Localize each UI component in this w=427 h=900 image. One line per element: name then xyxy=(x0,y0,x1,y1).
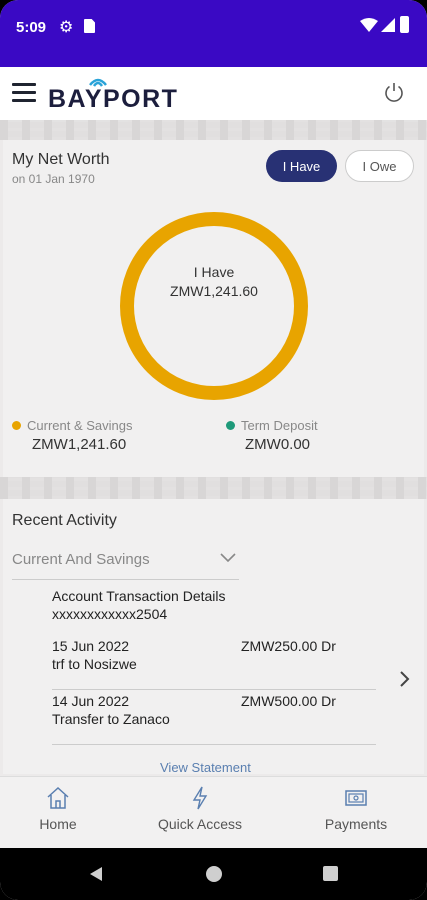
status-time: 5:09 xyxy=(16,19,47,36)
recent-apps-icon[interactable] xyxy=(323,866,338,881)
tab-i-owe[interactable]: I Owe xyxy=(345,150,414,182)
transaction-description: trf to Nosizwe xyxy=(52,656,137,672)
legend-amount: ZMW1,241.60 xyxy=(32,436,127,453)
menu-icon[interactable] xyxy=(12,83,36,103)
chevron-down-icon xyxy=(220,553,236,563)
account-type-select[interactable]: Current And Savings xyxy=(12,546,239,580)
decorative-pattern-top xyxy=(0,120,427,140)
legend-label: Current & Savings xyxy=(27,418,133,433)
status-bar: 5:09 ⚙ xyxy=(0,0,427,67)
view-statement-link[interactable]: View Statement xyxy=(160,760,251,775)
transaction-amount: ZMW250.00 Dr xyxy=(241,638,336,654)
decorative-pattern-mid xyxy=(0,477,427,499)
donut-label: I Have xyxy=(193,264,235,280)
transaction-details-header: Account Transaction Details xxxxxxxxxxxx… xyxy=(52,587,226,623)
net-worth-donut-chart: I Have ZMW1,241.60 xyxy=(116,208,312,404)
legend-amount: ZMW0.00 xyxy=(245,436,311,453)
nav-quick-access[interactable]: Quick Access xyxy=(145,777,255,849)
nav-payments[interactable]: Payments xyxy=(312,777,400,849)
battery-icon xyxy=(400,16,409,33)
transaction-date: 15 Jun 2022 xyxy=(52,638,130,654)
home-icon xyxy=(47,786,69,809)
settings-icon: ⚙ xyxy=(59,19,74,36)
home-circle-icon[interactable] xyxy=(206,866,222,882)
net-worth-date: on 01 Jan 1970 xyxy=(12,172,95,186)
payments-icon xyxy=(345,790,367,806)
tab-i-have[interactable]: I Have xyxy=(266,150,337,182)
system-navigation-bar xyxy=(0,848,427,900)
transaction-amount: ZMW500.00 Dr xyxy=(241,693,336,709)
transaction-description: Transfer to Zanaco xyxy=(52,711,170,727)
back-icon[interactable] xyxy=(89,866,103,882)
net-worth-title: My Net Worth xyxy=(12,151,110,168)
donut-ring xyxy=(120,212,308,400)
transaction-row[interactable]: 14 Jun 2022 Transfer to Zanaco ZMW500.00… xyxy=(52,693,376,745)
legend-dot xyxy=(226,421,235,431)
nav-payments-label: Payments xyxy=(324,816,388,832)
recent-activity-card: Recent Activity Current And Savings Acco… xyxy=(3,499,424,775)
wifi-icon xyxy=(360,18,378,32)
donut-value: ZMW1,241.60 xyxy=(170,283,258,299)
legend-current-savings: Current & Savings ZMW1,241.60 xyxy=(12,418,133,453)
transaction-row[interactable]: 15 Jun 2022 trf to Nosizwe ZMW250.00 Dr xyxy=(52,638,376,690)
lightning-icon xyxy=(192,786,208,810)
power-icon[interactable] xyxy=(383,81,405,103)
nav-quick-access-label: Quick Access xyxy=(157,816,243,832)
transaction-details-title: Account Transaction Details xyxy=(52,588,226,604)
legend-term-deposit: Term Deposit ZMW0.00 xyxy=(226,418,318,453)
phone-screen: 5:09 ⚙ BAYPORT My Net Worth on 01 Jan 19… xyxy=(0,0,427,900)
bayport-logo: BAYPORT xyxy=(48,85,179,113)
app-bar: BAYPORT xyxy=(0,67,427,120)
nav-home[interactable]: Home xyxy=(28,777,88,849)
sim-card-icon xyxy=(84,19,95,33)
net-worth-card: My Net Worth on 01 Jan 1970 I Have I Owe… xyxy=(3,140,424,477)
nav-home-label: Home xyxy=(39,816,77,832)
account-type-value: Current And Savings xyxy=(12,551,150,568)
chevron-right-icon[interactable] xyxy=(399,670,411,688)
legend-dot xyxy=(12,421,21,431)
signal-icon xyxy=(381,18,395,32)
recent-activity-title: Recent Activity xyxy=(12,512,117,529)
bottom-navigation: Home Quick Access Payments xyxy=(0,776,427,848)
account-number: xxxxxxxxxxxx2504 xyxy=(52,606,168,622)
transaction-date: 14 Jun 2022 xyxy=(52,693,130,709)
legend-label: Term Deposit xyxy=(241,418,318,433)
